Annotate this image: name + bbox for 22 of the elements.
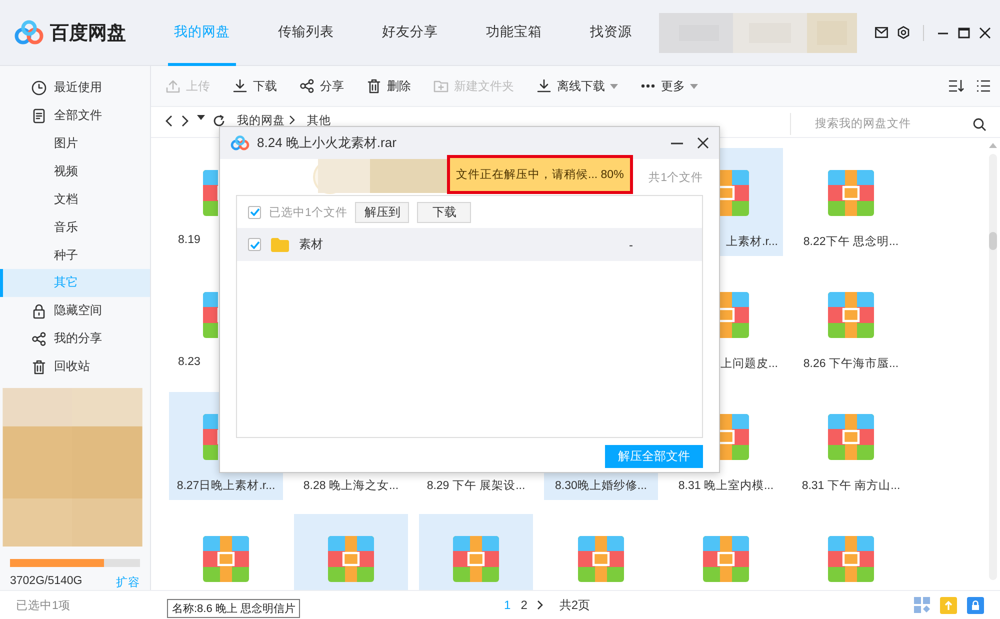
file-name: 8.26 下午海市蜃...	[803, 356, 899, 371]
selection-count: 已选中1项	[16, 600, 70, 612]
entry-size: -	[629, 238, 633, 252]
file-name: 8.28 晚上海之女...	[303, 478, 399, 493]
file-name: 8.30晚上婚纱修...	[555, 478, 647, 493]
file-name: 上问题皮...	[720, 356, 778, 371]
file-name: 8.31 下午 南方山...	[802, 478, 900, 493]
entry-name: 素材	[299, 236, 323, 253]
file-name: 8.29 下午 展架设...	[426, 478, 526, 493]
file-name: 8.19	[178, 234, 200, 246]
extract-status: 文件正在解压中，请稍候... 80%	[447, 154, 633, 194]
name-tooltip: 名称:8.6 晚上 思念明信片	[167, 599, 300, 618]
file-name: 8.31 晚上室内模...	[678, 478, 774, 493]
page-total: 共2页	[559, 596, 590, 614]
dialog-title: 8.24 晚上小火龙素材.rar	[257, 134, 396, 152]
file-name: 8.27日晚上素材.r...	[176, 478, 276, 493]
storage-text: 3702G/5140G	[10, 574, 82, 589]
logo-text: 百度网盘	[50, 22, 126, 46]
file-name: 上素材.r...	[726, 234, 778, 249]
file-name: 8.22下午 思念明...	[803, 234, 899, 249]
file-name: 8.23	[178, 356, 200, 368]
selected-count: 已选中1个文件	[269, 206, 348, 220]
